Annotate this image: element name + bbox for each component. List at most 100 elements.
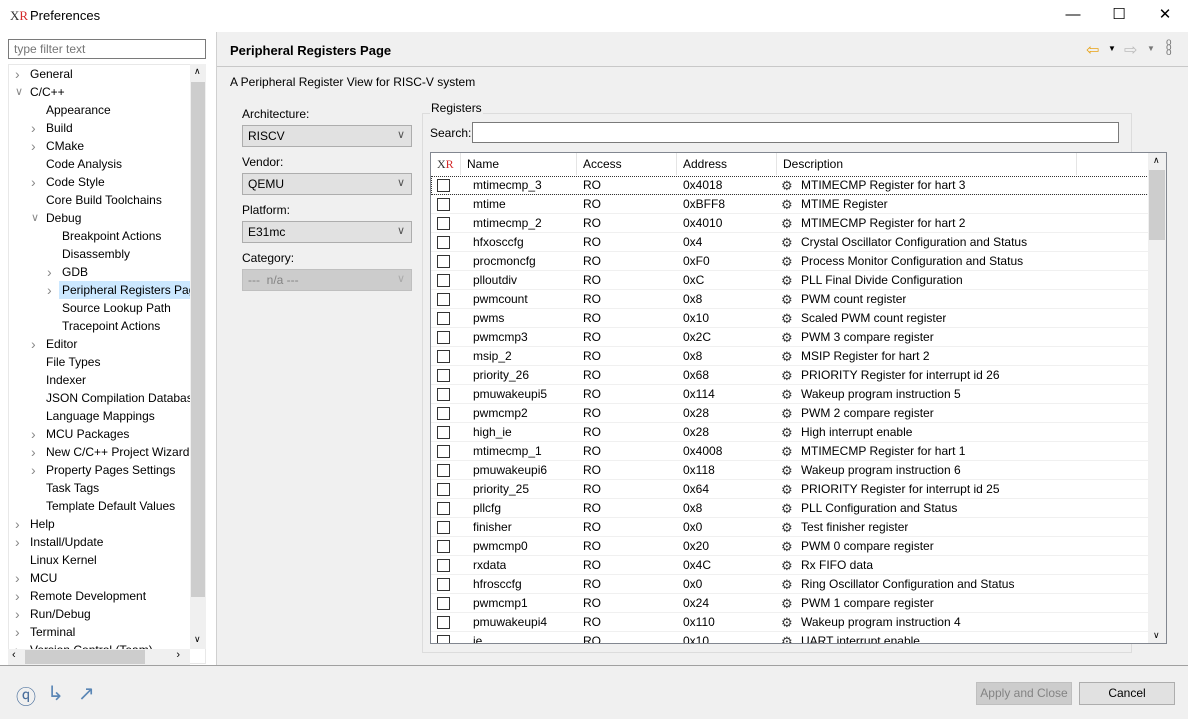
tree-item[interactable]: › Install/Update bbox=[15, 533, 106, 551]
chevron-right-icon[interactable]: › bbox=[15, 623, 25, 641]
tree-item[interactable]: Linux Kernel bbox=[27, 551, 100, 569]
row-checkbox[interactable] bbox=[437, 502, 450, 515]
scroll-down-icon[interactable]: ∨ bbox=[1153, 630, 1160, 641]
apply-and-close-button[interactable]: Apply and Close bbox=[976, 682, 1072, 705]
tree-item[interactable]: › Editor bbox=[31, 335, 80, 353]
tree-item[interactable]: Code Analysis bbox=[43, 155, 125, 173]
tree-item[interactable]: › CMake bbox=[31, 137, 87, 155]
scroll-up-icon[interactable]: ∧ bbox=[1153, 155, 1160, 166]
table-row[interactable]: rxdata RO 0x4C Rx FIFO data ⚙ bbox=[431, 556, 1149, 575]
table-row[interactable]: plloutdiv RO 0xC PLL Final Divide Configura… bbox=[431, 271, 1149, 290]
row-checkbox[interactable] bbox=[437, 616, 450, 629]
row-checkbox[interactable] bbox=[437, 388, 450, 401]
tree-item[interactable]: Language Mappings bbox=[43, 407, 158, 425]
row-checkbox[interactable] bbox=[437, 312, 450, 325]
table-row[interactable]: procmoncfg RO 0xF0 Process Monitor Configur… bbox=[431, 252, 1149, 271]
chevron-right-icon[interactable]: › bbox=[31, 119, 41, 137]
column-header-description[interactable]: Description bbox=[777, 153, 1077, 175]
row-checkbox[interactable] bbox=[437, 407, 450, 420]
tree-item[interactable]: JSON Compilation Database bbox=[43, 389, 202, 407]
tree-item[interactable]: › General bbox=[15, 65, 76, 83]
tree-item[interactable]: Core Build Toolchains bbox=[43, 191, 165, 209]
chevron-right-icon[interactable]: › bbox=[15, 569, 25, 587]
chevron-right-icon[interactable]: › bbox=[31, 173, 41, 191]
chevron-right-icon[interactable]: › bbox=[31, 443, 41, 461]
scroll-left-icon[interactable]: ‹ bbox=[12, 649, 16, 661]
architecture-select[interactable]: RISCV ∨ bbox=[242, 125, 412, 147]
row-checkbox[interactable] bbox=[437, 255, 450, 268]
tree-item[interactable]: › Peripheral Registers Page bbox=[47, 281, 205, 299]
row-checkbox[interactable] bbox=[437, 293, 450, 306]
row-checkbox[interactable] bbox=[437, 350, 450, 363]
export-icon[interactable]: ↗ bbox=[78, 681, 95, 706]
chevron-right-icon[interactable]: › bbox=[15, 515, 25, 533]
chevron-right-icon[interactable]: › bbox=[47, 263, 57, 281]
tree-vertical-thumb[interactable] bbox=[191, 82, 205, 597]
chevron-right-icon[interactable]: › bbox=[47, 281, 57, 299]
tree-item[interactable]: File Types bbox=[43, 353, 103, 371]
tree-item[interactable]: › GDB bbox=[47, 263, 91, 281]
table-row[interactable]: mtime RO 0xBFF8 MTIME Register ⚙ bbox=[431, 195, 1149, 214]
table-row[interactable]: pmuwakeupi4 RO 0x110 Wakeup program instruc… bbox=[431, 613, 1149, 632]
tree-item[interactable]: Template Default Values bbox=[43, 497, 178, 515]
table-row[interactable]: hfxosccfg RO 0x4 Crystal Oscillator Configu… bbox=[431, 233, 1149, 252]
back-arrow-icon[interactable]: ⇦ bbox=[1086, 40, 1099, 60]
tree-item[interactable]: › Terminal bbox=[15, 623, 78, 641]
minimize-button[interactable]: — bbox=[1050, 0, 1096, 32]
tree-horizontal-thumb[interactable] bbox=[25, 650, 145, 664]
tree-item[interactable]: › MCU Packages bbox=[31, 425, 132, 443]
table-row[interactable]: msip_2 RO 0x8 MSIP Register for hart 2 ⚙ bbox=[431, 347, 1149, 366]
chevron-right-icon[interactable]: › bbox=[15, 65, 25, 83]
table-row[interactable]: pwmcmp3 RO 0x2C PWM 3 compare register ⚙ bbox=[431, 328, 1149, 347]
vendor-select[interactable]: QEMU ∨ bbox=[242, 173, 412, 195]
tree-item[interactable]: ∨ C/C++ bbox=[15, 83, 68, 101]
row-checkbox[interactable] bbox=[437, 236, 450, 249]
row-checkbox[interactable] bbox=[437, 540, 450, 553]
table-row[interactable]: ie RO 0x10 UART interrupt enable ⚙ bbox=[431, 632, 1149, 643]
row-checkbox[interactable] bbox=[437, 274, 450, 287]
row-checkbox[interactable] bbox=[437, 217, 450, 230]
filter-input[interactable] bbox=[8, 39, 206, 59]
scroll-right-icon[interactable]: › bbox=[176, 649, 180, 661]
tree-item[interactable]: › New C/C++ Project Wizard bbox=[31, 443, 192, 461]
maximize-button[interactable]: ☐ bbox=[1096, 0, 1142, 32]
table-row[interactable]: mtimecmp_3 RO 0x4018 MTIMECMP Register for … bbox=[431, 176, 1149, 195]
row-checkbox[interactable] bbox=[437, 445, 450, 458]
scroll-down-icon[interactable]: ∨ bbox=[194, 634, 201, 645]
table-row[interactable]: pwms RO 0x10 Scaled PWM count register ⚙ bbox=[431, 309, 1149, 328]
tree-item[interactable]: Source Lookup Path bbox=[59, 299, 174, 317]
table-row[interactable]: pwmcmp0 RO 0x20 PWM 0 compare register ⚙ bbox=[431, 537, 1149, 556]
column-header-access[interactable]: Access bbox=[577, 153, 677, 175]
forward-arrow-icon[interactable]: ⇨ bbox=[1124, 40, 1137, 60]
tree-item[interactable]: Tracepoint Actions bbox=[59, 317, 163, 335]
table-row[interactable]: pwmcmp2 RO 0x28 PWM 2 compare register ⚙ bbox=[431, 404, 1149, 423]
row-checkbox[interactable] bbox=[437, 179, 450, 192]
chevron-right-icon[interactable]: › bbox=[31, 137, 41, 155]
table-row[interactable]: hfrosccfg RO 0x0 Ring Oscillator Configurat… bbox=[431, 575, 1149, 594]
table-row[interactable]: mtimecmp_2 RO 0x4010 MTIMECMP Register for … bbox=[431, 214, 1149, 233]
register-search-input[interactable] bbox=[472, 122, 1119, 143]
column-header-address[interactable]: Address bbox=[677, 153, 777, 175]
tree-item[interactable]: › Code Style bbox=[31, 173, 108, 191]
tree-item[interactable]: › Build bbox=[31, 119, 76, 137]
row-checkbox[interactable] bbox=[437, 369, 450, 382]
tree-item[interactable]: › Run/Debug bbox=[15, 605, 94, 623]
row-checkbox[interactable] bbox=[437, 331, 450, 344]
row-checkbox[interactable] bbox=[437, 426, 450, 439]
help-icon[interactable]: ⓠ bbox=[16, 681, 36, 710]
table-vertical-thumb[interactable] bbox=[1149, 170, 1165, 240]
row-checkbox[interactable] bbox=[437, 464, 450, 477]
table-row[interactable]: pllcfg RO 0x8 PLL Configuration and Status ⚙ bbox=[431, 499, 1149, 518]
table-row[interactable]: pwmcount RO 0x8 PWM count register ⚙ bbox=[431, 290, 1149, 309]
table-row[interactable]: finisher RO 0x0 Test finisher register ⚙ bbox=[431, 518, 1149, 537]
category-select[interactable]: --- n/a --- ∨ bbox=[242, 269, 412, 291]
back-menu-dropdown-icon[interactable]: ▼ bbox=[1108, 44, 1116, 53]
table-row[interactable]: pwmcmp1 RO 0x24 PWM 1 compare register ⚙ bbox=[431, 594, 1149, 613]
tree-item[interactable]: Disassembly bbox=[59, 245, 133, 263]
cancel-button[interactable]: Cancel bbox=[1079, 682, 1175, 705]
row-checkbox[interactable] bbox=[437, 635, 450, 643]
tree-item[interactable]: › Property Pages Settings bbox=[31, 461, 178, 479]
view-menu-icon[interactable]: ooo bbox=[1166, 38, 1172, 58]
chevron-right-icon[interactable]: › bbox=[15, 605, 25, 623]
table-row[interactable]: priority_26 RO 0x68 PRIORITY Register for i… bbox=[431, 366, 1149, 385]
